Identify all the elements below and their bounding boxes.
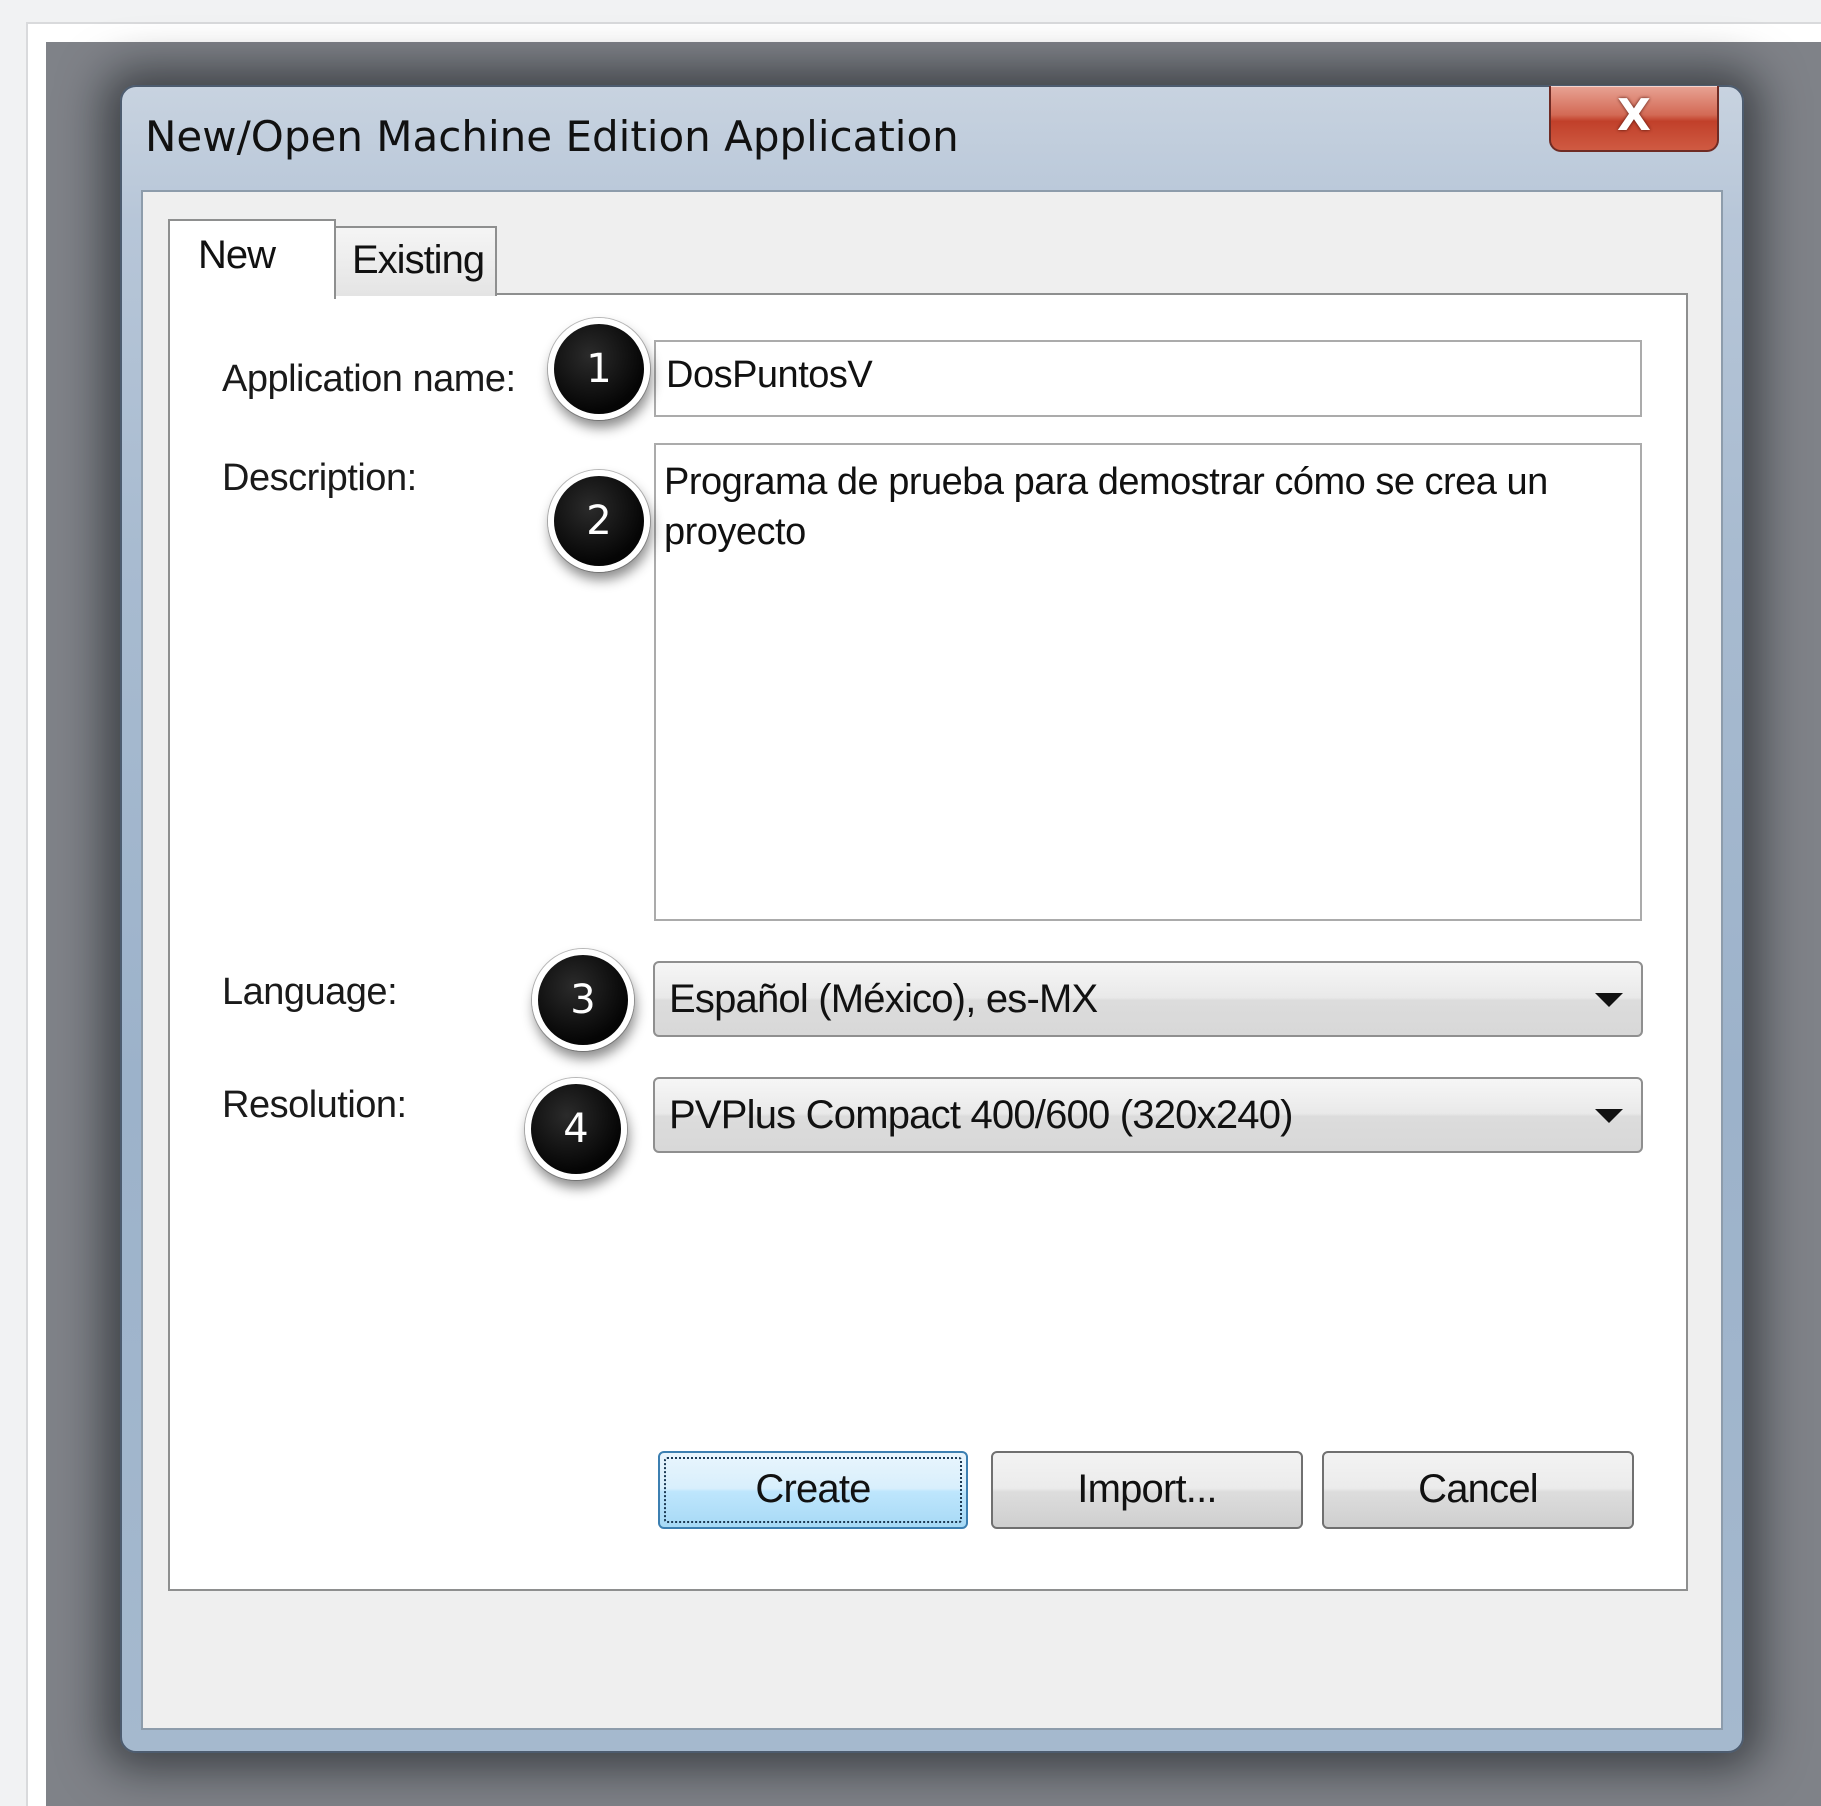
callout-badge-2: 2 bbox=[548, 470, 650, 572]
cancel-button[interactable]: Cancel bbox=[1322, 1451, 1634, 1529]
resolution-select[interactable]: PVPlus Compact 400/600 (320x240) bbox=[653, 1077, 1643, 1153]
resolution-selected-value: PVPlus Compact 400/600 (320x240) bbox=[669, 1093, 1293, 1137]
language-selected-value: Español (México), es-MX bbox=[669, 977, 1098, 1021]
close-icon: X bbox=[1617, 90, 1651, 141]
callout-badge-3: 3 bbox=[532, 949, 634, 1051]
application-name-input[interactable]: DosPuntosV bbox=[654, 340, 1642, 417]
import-button[interactable]: Import... bbox=[991, 1451, 1303, 1529]
language-label: Language: bbox=[222, 971, 398, 1013]
tab-existing[interactable]: Existing bbox=[334, 226, 497, 296]
chevron-down-icon bbox=[1595, 1109, 1623, 1123]
application-name-label: Application name: bbox=[222, 358, 516, 400]
window-title: New/Open Machine Edition Application bbox=[145, 112, 959, 161]
description-label: Description: bbox=[222, 457, 417, 499]
chevron-down-icon bbox=[1595, 993, 1623, 1007]
language-select[interactable]: Español (México), es-MX bbox=[653, 961, 1643, 1037]
callout-badge-1: 1 bbox=[548, 318, 650, 420]
focus-ring bbox=[664, 1457, 962, 1523]
callout-badge-4: 4 bbox=[525, 1078, 627, 1180]
tab-new[interactable]: New bbox=[168, 219, 336, 299]
create-button[interactable]: Create bbox=[658, 1451, 968, 1529]
description-textarea[interactable]: Programa de prueba para demostrar cómo s… bbox=[654, 443, 1642, 921]
close-button[interactable]: X bbox=[1549, 86, 1719, 152]
resolution-label: Resolution: bbox=[222, 1084, 407, 1126]
